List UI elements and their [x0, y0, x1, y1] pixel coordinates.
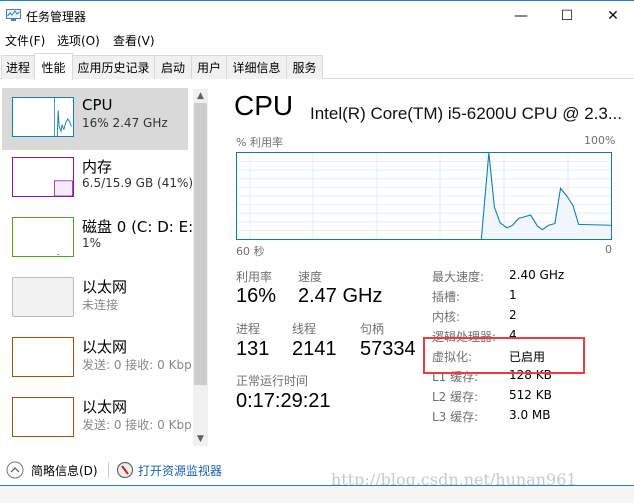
- tab-label: 进程: [5, 61, 30, 75]
- tab-details[interactable]: 详细信息: [226, 55, 287, 79]
- resource-name: 磁盘 0 (C: D: E:: [82, 218, 194, 236]
- spec-key: 内核:: [432, 310, 461, 324]
- uptime-value: 0:17:29:21: [236, 390, 331, 412]
- tab-label: 用户: [196, 61, 221, 75]
- spec-key: L3 缓存:: [432, 410, 479, 424]
- cpu-model: Intel(R) Core(TM) i5-6200U CPU @ 2.3...: [310, 104, 623, 123]
- ethernet-thumbnail-graph: [12, 277, 74, 317]
- graph-y-max: 100%: [584, 134, 616, 147]
- menu-file[interactable]: 文件(F): [5, 32, 45, 49]
- tab-label: 性能: [41, 60, 66, 75]
- tab-startup[interactable]: 启动: [154, 55, 192, 79]
- scroll-down-icon[interactable]: ▼: [193, 432, 208, 446]
- processes-label: 进程: [236, 322, 261, 336]
- cpu-thumbnail-graph: [12, 97, 74, 137]
- handles-label: 句柄: [360, 322, 385, 336]
- resource-ethernet-3[interactable]: 以太网 发送: 0 接收: 0 Kbp: [2, 388, 192, 450]
- task-manager-icon: [6, 9, 21, 21]
- resource-list: CPU 16% 2.47 GHz 内存 6.5/15.9 GB (41%) 磁盘…: [0, 86, 208, 450]
- tab-users[interactable]: 用户: [191, 55, 227, 79]
- utilization-label: 利用率: [236, 270, 273, 284]
- tab-app-history[interactable]: 应用历史记录: [72, 55, 155, 79]
- open-resource-monitor-link[interactable]: 打开资源监视器: [138, 462, 222, 479]
- resource-name: 以太网: [82, 278, 128, 296]
- tab-label: 应用历史记录: [77, 61, 150, 75]
- window-bottom: [0, 486, 634, 503]
- menu-view[interactable]: 查看(V): [113, 32, 155, 49]
- menu-options[interactable]: 选项(O): [57, 32, 100, 49]
- resource-sub: 发送: 0 接收: 0 Kbp: [82, 358, 192, 372]
- resource-memory[interactable]: 内存 6.5/15.9 GB (41%): [2, 148, 193, 210]
- resource-sub: 6.5/15.9 GB (41%): [82, 176, 194, 190]
- resource-sub: 未连接: [82, 298, 119, 312]
- disk-thumbnail-graph: [12, 217, 74, 257]
- resource-sub: 16% 2.47 GHz: [82, 116, 168, 130]
- spec-value: 512 KB: [509, 388, 552, 402]
- tab-bar: 进程 性能 应用历史记录 启动 用户 详细信息 服务: [0, 53, 634, 80]
- tab-performance[interactable]: 性能: [34, 53, 73, 80]
- resource-monitor-icon[interactable]: [116, 461, 134, 479]
- ethernet-thumbnail-graph: [12, 337, 74, 377]
- resource-name: 内存: [82, 158, 113, 176]
- threads-label: 线程: [292, 322, 317, 336]
- maximize-button[interactable]: ☐: [544, 3, 590, 29]
- spec-key: L2 缓存:: [432, 390, 479, 404]
- tab-services[interactable]: 服务: [286, 55, 323, 79]
- scrollbar-thumb[interactable]: [194, 103, 207, 385]
- resource-name: 以太网: [82, 398, 128, 416]
- resource-sub: 1%: [82, 236, 102, 250]
- tab-processes[interactable]: 进程: [1, 55, 35, 79]
- resource-sub: 发送: 0 接收: 0 Kbp: [82, 418, 192, 432]
- handles-value: 57334: [360, 338, 416, 360]
- footer-divider: [108, 462, 109, 478]
- close-icon: ✕: [607, 8, 619, 24]
- resource-cpu[interactable]: CPU 16% 2.47 GHz: [2, 88, 188, 150]
- utilization-value: 16%: [236, 285, 277, 307]
- tab-label: 启动: [160, 61, 185, 75]
- resource-name: CPU: [82, 96, 113, 114]
- minimize-icon: —: [514, 8, 528, 24]
- title-bar[interactable]: 任务管理器 — ☐ ✕: [0, 1, 634, 29]
- resource-disk[interactable]: 磁盘 0 (C: D: E: 1%: [2, 208, 193, 270]
- cpu-usage-graph: [236, 152, 612, 240]
- close-button[interactable]: ✕: [590, 3, 634, 29]
- graph-x-end: 0: [605, 243, 612, 256]
- resource-list-scrollbar[interactable]: ▲ ▼: [193, 89, 208, 446]
- tab-label: 详细信息: [232, 61, 281, 75]
- spec-value: 2: [509, 308, 517, 322]
- chevron-up-circle-icon[interactable]: [6, 461, 24, 479]
- memory-thumbnail-graph: [12, 157, 74, 197]
- scroll-up-icon[interactable]: ▲: [193, 89, 208, 103]
- minimize-button[interactable]: —: [498, 3, 544, 29]
- window-title: 任务管理器: [26, 10, 87, 24]
- resource-ethernet-2[interactable]: 以太网 发送: 0 接收: 0 Kbp: [2, 328, 192, 390]
- speed-value: 2.47 GHz: [298, 285, 383, 307]
- resource-ethernet-1[interactable]: 以太网 未连接: [2, 268, 188, 330]
- virtualization-highlight-box: [423, 337, 585, 374]
- threads-value: 2141: [292, 338, 337, 360]
- spec-value: 3.0 MB: [509, 408, 551, 422]
- maximize-icon: ☐: [560, 8, 574, 24]
- spec-value: 1: [509, 288, 517, 302]
- tab-label: 服务: [292, 61, 317, 75]
- spec-value: 2.40 GHz: [509, 268, 565, 282]
- graph-y-label: % 利用率: [236, 136, 283, 149]
- resource-name: 以太网: [82, 338, 128, 356]
- ethernet-thumbnail-graph: [12, 397, 74, 437]
- uptime-label: 正常运行时间: [236, 374, 309, 388]
- speed-label: 速度: [298, 270, 323, 284]
- spec-key: 最大速度:: [432, 270, 485, 284]
- processes-value: 131: [236, 338, 270, 360]
- detail-title: CPU: [234, 90, 294, 121]
- spec-key: 插槽:: [432, 290, 461, 304]
- fewer-details-link[interactable]: 简略信息(D): [31, 462, 98, 479]
- graph-x-start: 60 秒: [236, 245, 265, 258]
